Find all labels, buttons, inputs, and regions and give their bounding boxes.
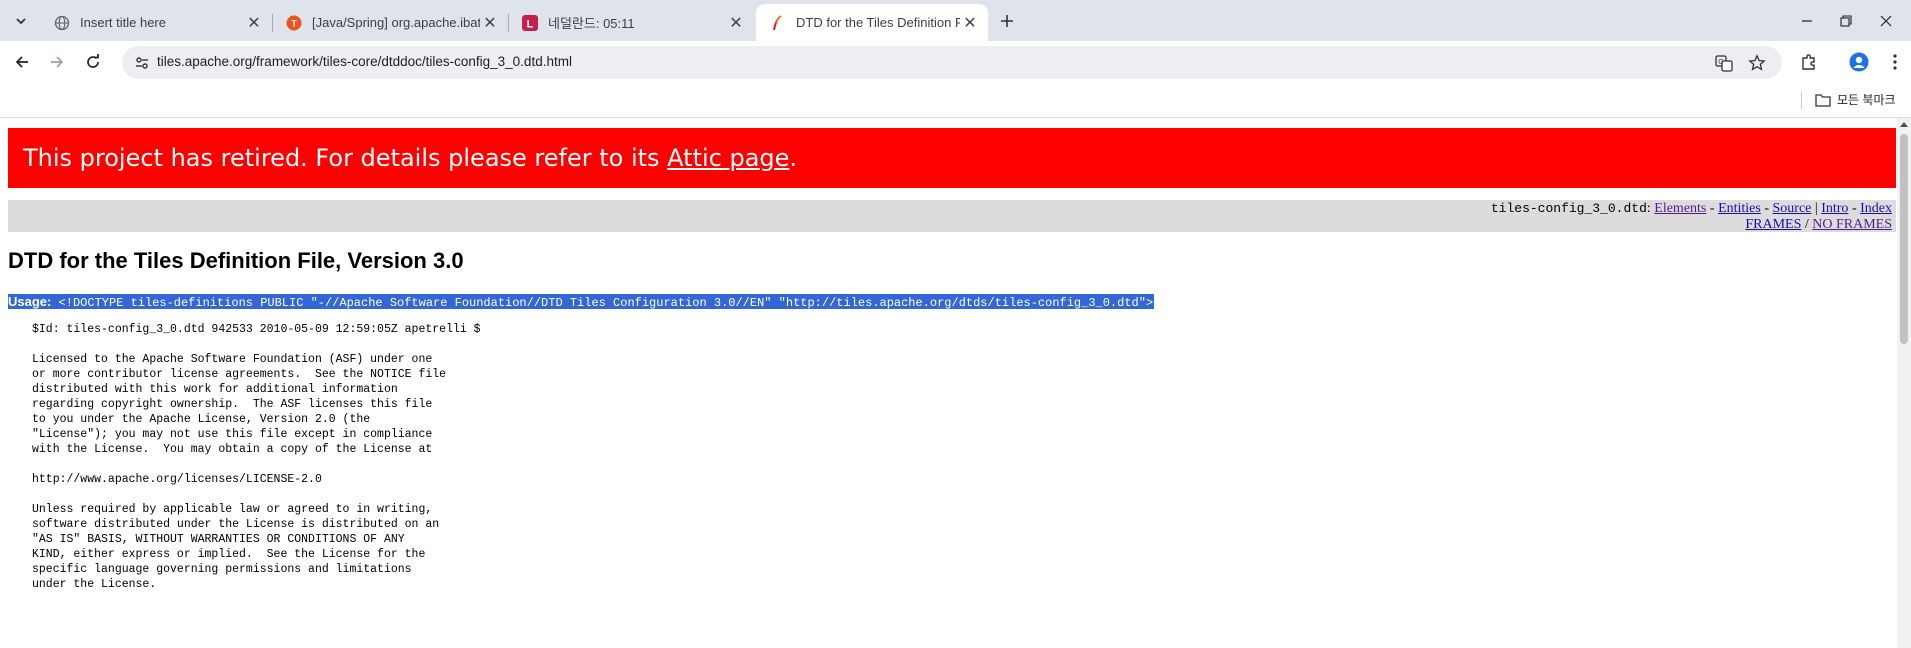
apache-feather-icon (770, 14, 786, 31)
dtd-file-name: tiles-config_3_0.dtd (1490, 201, 1647, 216)
tab-java-spring[interactable]: T [Java/Spring] org.apache.ibatis ✕ (272, 4, 509, 41)
nav-dash: - (1848, 201, 1861, 216)
tab-netherlands-time[interactable]: L 네덜란드: 05:11 ✕ (508, 4, 754, 41)
tistory-icon: T (286, 15, 302, 31)
tab-title: DTD for the Tiles Definition File (796, 15, 960, 30)
close-icon[interactable]: ✕ (244, 13, 264, 33)
nav-dash: - (1760, 201, 1773, 216)
close-icon (1880, 15, 1892, 26)
close-window-button[interactable] (1862, 0, 1910, 41)
elements-link[interactable]: Elements (1654, 201, 1706, 216)
menu-button[interactable] (1884, 48, 1906, 76)
reload-icon (87, 54, 99, 68)
minimize-icon (1802, 19, 1812, 22)
tab-title: 네덜란드: 05:11 (548, 16, 635, 31)
forward-button[interactable] (43, 48, 71, 76)
arrow-left-icon (15, 56, 28, 68)
more-vert-icon (1893, 54, 1897, 70)
all-bookmarks-button[interactable]: 모든 북마크 (1815, 91, 1896, 108)
usage-label: Usage: (8, 294, 52, 309)
retired-banner: This project has retired. For details pl… (8, 128, 1896, 188)
license-comment: $Id: tiles-config_3_0.dtd 942533 2010-05… (32, 323, 481, 591)
bookmarks-bar: 모든 북마크 (0, 83, 1911, 118)
new-tab-button[interactable] (994, 8, 1020, 34)
nav-colon: : (1646, 201, 1651, 216)
tab-search-button[interactable] (8, 8, 34, 34)
close-icon[interactable]: ✕ (960, 13, 980, 33)
nav-pipe: | (1811, 201, 1822, 216)
site-settings-icon[interactable] (132, 53, 152, 73)
avatar-icon (1849, 52, 1869, 72)
close-icon[interactable]: ✕ (726, 13, 746, 33)
plus-icon (1001, 15, 1013, 27)
site-l-icon: L (522, 14, 538, 31)
browser-toolbar: tiles.apache.org/framework/tiles-core/dt… (0, 41, 1911, 83)
vertical-scrollbar[interactable] (1897, 118, 1911, 648)
tab-insert-title[interactable]: Insert title here ✕ (40, 4, 273, 41)
dtd-navigation: tiles-config_3_0.dtd: Elements - Entitie… (8, 200, 1896, 232)
entities-link[interactable]: Entities (1718, 201, 1761, 216)
reload-button[interactable] (79, 48, 107, 76)
bookmark-star-icon[interactable] (1747, 53, 1767, 73)
tab-strip: Insert title here ✕ T [Java/Spring] org.… (0, 0, 1911, 41)
back-button[interactable] (8, 48, 36, 76)
globe-icon (54, 15, 70, 31)
translate-icon[interactable]: G (1714, 53, 1734, 73)
banner-text: This project has retired. For details pl… (23, 144, 668, 172)
no-frames-link[interactable]: NO FRAMES (1812, 217, 1892, 232)
nav-slash: / (1801, 217, 1813, 232)
scroll-up-arrow-icon[interactable] (1900, 122, 1908, 127)
page-content: This project has retired. For details pl… (0, 118, 1897, 648)
restore-icon (1840, 14, 1852, 27)
tab-dtd-tiles[interactable]: DTD for the Tiles Definition File ✕ (756, 4, 988, 41)
all-bookmarks-label: 모든 북마크 (1837, 93, 1896, 107)
bookmarks-divider (1801, 92, 1802, 109)
banner-period: . (789, 144, 798, 172)
close-icon[interactable]: ✕ (480, 13, 500, 33)
profile-button[interactable] (1845, 48, 1873, 76)
arrow-right-icon (51, 56, 64, 68)
nav-dash: - (1706, 201, 1719, 216)
attic-page-link[interactable]: Attic page (667, 144, 789, 172)
usage-line: Usage: <!DOCTYPE tiles-definitions PUBLI… (8, 294, 1155, 310)
address-bar[interactable]: tiles.apache.org/framework/tiles-core/dt… (122, 46, 1782, 79)
index-link[interactable]: Index (1860, 201, 1892, 216)
extensions-button[interactable] (1795, 48, 1823, 76)
site-letter: L (527, 18, 534, 30)
tab-title: [Java/Spring] org.apache.ibatis (312, 15, 480, 30)
frames-link[interactable]: FRAMES (1745, 217, 1801, 232)
chevron-down-icon (16, 18, 26, 25)
url-text[interactable]: tiles.apache.org/framework/tiles-core/dt… (157, 54, 572, 69)
usage-doctype: <!DOCTYPE tiles-definitions PUBLIC "-//A… (51, 296, 1154, 310)
nav-row-1: tiles-config_3_0.dtd: Elements - Entitie… (8, 201, 1892, 217)
scroll-thumb[interactable] (1900, 134, 1908, 344)
source-link[interactable]: Source (1773, 201, 1812, 216)
nav-row-2: FRAMES / NO FRAMES (8, 217, 1892, 233)
page-title: DTD for the Tiles Definition File, Versi… (8, 248, 464, 273)
folder-icon (1815, 93, 1831, 107)
intro-link[interactable]: Intro (1821, 201, 1848, 216)
puzzle-icon (1802, 54, 1815, 70)
tab-title: Insert title here (80, 15, 166, 30)
tistory-letter: T (291, 18, 297, 28)
